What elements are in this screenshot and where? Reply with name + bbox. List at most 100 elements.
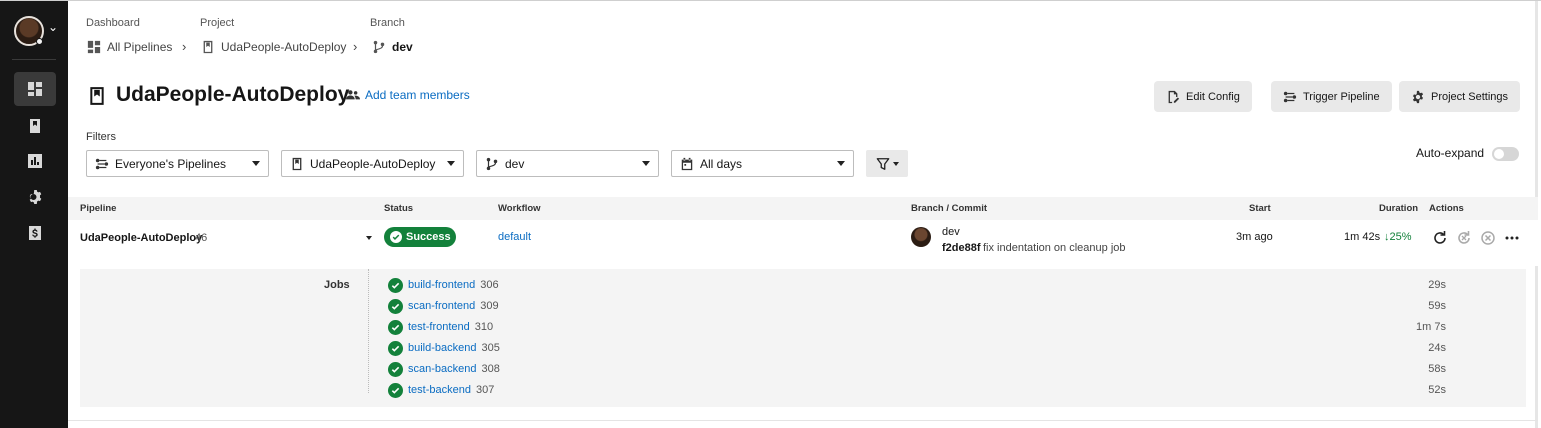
duration-delta-value: 25% bbox=[1389, 231, 1412, 243]
pipelines-filter-value: Everyone's Pipelines bbox=[115, 156, 227, 171]
breadcrumb-dashboard-label: Dashboard bbox=[86, 17, 140, 29]
project-filter-select[interactable]: UdaPeople-AutoDeploy bbox=[281, 150, 464, 177]
sidebar: ⌄ bbox=[0, 1, 68, 428]
status-badge[interactable]: Success bbox=[384, 227, 456, 247]
gear-icon bbox=[29, 190, 42, 204]
calendar-icon bbox=[681, 157, 693, 170]
check-circle-icon bbox=[388, 382, 403, 398]
workflow-link[interactable]: default bbox=[498, 231, 531, 243]
edit-config-label: Edit Config bbox=[1186, 90, 1240, 103]
trigger-pipeline-label: Trigger Pipeline bbox=[1303, 90, 1380, 103]
app-root: ⌄ Dashboard Project Branch All Pipelines… bbox=[0, 0, 1541, 428]
cancel-icon[interactable] bbox=[1480, 230, 1496, 246]
job-number: 306 bbox=[480, 279, 499, 291]
divider bbox=[68, 420, 1538, 421]
status-dot-icon bbox=[36, 38, 43, 45]
sidebar-item-dashboard[interactable] bbox=[14, 72, 56, 106]
breadcrumb-branch[interactable]: dev bbox=[372, 40, 413, 54]
edit-config-button[interactable]: Edit Config bbox=[1154, 81, 1252, 112]
job-name[interactable]: test-frontend bbox=[408, 321, 470, 333]
branch-filter-select[interactable]: dev bbox=[476, 150, 659, 177]
job-item[interactable]: test-frontend 310 bbox=[388, 319, 493, 335]
job-name[interactable]: scan-frontend bbox=[408, 300, 475, 312]
more-options-icon[interactable] bbox=[1504, 230, 1520, 246]
job-item[interactable]: build-frontend 306 bbox=[388, 277, 499, 293]
trigger-pipeline-button[interactable]: Trigger Pipeline bbox=[1271, 81, 1392, 112]
add-team-members-link[interactable]: Add team members bbox=[346, 88, 470, 102]
branch-filter-value: dev bbox=[505, 156, 525, 171]
job-duration: 52s bbox=[1428, 384, 1446, 396]
start-time: 3m ago bbox=[1236, 231, 1273, 243]
job-name[interactable]: build-backend bbox=[408, 342, 477, 354]
job-duration: 24s bbox=[1428, 342, 1446, 354]
job-duration: 58s bbox=[1428, 363, 1446, 375]
auto-expand-toggle[interactable] bbox=[1492, 147, 1519, 161]
breadcrumb-project[interactable]: UdaPeople-AutoDeploy bbox=[201, 40, 346, 54]
caret-down-icon bbox=[642, 161, 650, 166]
pipeline-icon bbox=[95, 158, 109, 169]
job-number: 310 bbox=[474, 321, 494, 333]
breadcrumb-project-label: Project bbox=[200, 17, 235, 29]
job-number: 305 bbox=[481, 342, 500, 354]
commit-sha[interactable]: f2de88f bbox=[942, 242, 981, 254]
advanced-filter-button[interactable] bbox=[866, 150, 908, 177]
project-icon bbox=[203, 40, 213, 54]
job-name[interactable]: build-frontend bbox=[408, 279, 475, 291]
user-menu[interactable]: ⌄ bbox=[14, 16, 62, 46]
chevron-right-icon: › bbox=[353, 39, 358, 54]
project-icon bbox=[30, 119, 40, 133]
pipeline-name[interactable]: UdaPeople-AutoDeploy bbox=[80, 232, 202, 244]
job-number: 307 bbox=[475, 384, 495, 396]
pipelines-filter-select[interactable]: Everyone's Pipelines bbox=[86, 150, 269, 177]
job-duration: 59s bbox=[1428, 300, 1446, 312]
project-settings-button[interactable]: Project Settings bbox=[1399, 81, 1521, 112]
jobs-label: Jobs bbox=[324, 279, 350, 291]
expand-caret-icon[interactable] bbox=[366, 236, 372, 240]
dashboard-icon bbox=[28, 82, 42, 96]
caret-down-icon bbox=[892, 161, 899, 166]
sidebar-item-insights[interactable] bbox=[14, 144, 56, 178]
sidebar-item-billing[interactable] bbox=[14, 216, 56, 250]
column-header-start: Start bbox=[1249, 203, 1271, 214]
date-filter-select[interactable]: All days bbox=[671, 150, 854, 177]
sidebar-item-projects[interactable] bbox=[14, 109, 56, 143]
caret-down-icon bbox=[837, 161, 845, 166]
commit-avatar bbox=[911, 227, 931, 247]
project-filter-value: UdaPeople-AutoDeploy bbox=[310, 156, 436, 171]
job-item[interactable]: test-backend 307 bbox=[388, 382, 494, 398]
chevron-down-icon[interactable]: ⌄ bbox=[48, 20, 58, 34]
check-circle-icon bbox=[388, 277, 403, 293]
rerun-icon[interactable] bbox=[1432, 230, 1448, 246]
job-item[interactable]: scan-frontend 309 bbox=[388, 298, 499, 314]
sidebar-item-settings[interactable] bbox=[14, 180, 56, 214]
job-name[interactable]: scan-backend bbox=[408, 363, 477, 375]
funnel-icon bbox=[876, 157, 889, 170]
chevron-right-icon: › bbox=[182, 39, 187, 54]
dollar-icon bbox=[29, 226, 41, 240]
job-item[interactable]: scan-backend 308 bbox=[388, 361, 500, 377]
page-title: UdaPeople-AutoDeploy bbox=[116, 83, 350, 106]
column-header-workflow: Workflow bbox=[498, 203, 541, 214]
team-icon bbox=[346, 90, 360, 100]
sidebar-divider bbox=[12, 59, 56, 60]
table-header: Pipeline Status Workflow Branch / Commit… bbox=[68, 197, 1538, 220]
job-number: 309 bbox=[480, 300, 499, 312]
add-team-members-text: Add team members bbox=[365, 88, 470, 102]
table-row[interactable]: UdaPeople-AutoDeploy 46 Success default … bbox=[68, 220, 1538, 266]
status-text: Success bbox=[406, 231, 451, 243]
rerun-failed-icon[interactable] bbox=[1456, 230, 1472, 246]
job-item[interactable]: build-backend 305 bbox=[388, 340, 500, 356]
pipeline-number: 46 bbox=[195, 232, 208, 244]
commit-branch[interactable]: dev bbox=[942, 226, 960, 238]
duration: 1m 42s bbox=[1344, 231, 1381, 243]
pipeline-icon bbox=[1283, 91, 1297, 102]
dashboard-icon bbox=[87, 40, 101, 54]
duration-delta: ↓25% bbox=[1384, 231, 1412, 243]
check-circle-icon bbox=[388, 298, 403, 314]
check-circle-icon bbox=[388, 319, 403, 335]
column-header-status: Status bbox=[384, 203, 414, 214]
branch-icon bbox=[486, 157, 498, 170]
job-name[interactable]: test-backend bbox=[408, 384, 471, 396]
breadcrumb-all-pipelines[interactable]: All Pipelines bbox=[87, 40, 172, 54]
auto-expand-label: Auto-expand bbox=[1416, 146, 1485, 160]
